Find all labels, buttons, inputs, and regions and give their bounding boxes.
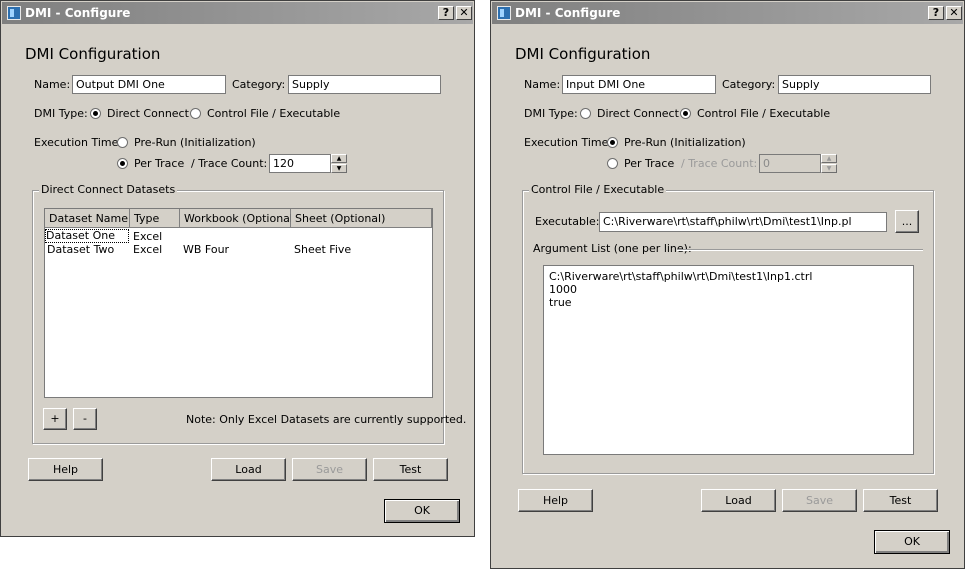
ok-button[interactable]: OK xyxy=(874,530,950,554)
category-field[interactable]: Supply xyxy=(778,75,931,94)
executable-label: Executable: xyxy=(535,215,600,228)
per-trace-label[interactable]: Per Trace xyxy=(134,157,184,170)
direct-connect-radio[interactable] xyxy=(580,108,591,119)
save-button[interactable]: Save xyxy=(292,458,367,481)
window-title: DMI - Configure xyxy=(515,6,621,20)
pre-run-radio[interactable] xyxy=(607,137,618,148)
title-bar[interactable]: DMI - Configure ? ✕ xyxy=(2,2,473,24)
datasets-table[interactable]: Dataset Name Type Workbook (Optional) Sh… xyxy=(44,208,433,398)
control-file-radio[interactable] xyxy=(190,108,201,119)
table-cell-workbook[interactable]: WB Four xyxy=(183,243,229,256)
page-title: DMI Configuration xyxy=(515,45,651,63)
table-cell-dataset-name[interactable]: Dataset Two xyxy=(47,243,114,256)
spin-down-icon: ▼ xyxy=(821,164,837,173)
column-header-dataset-name[interactable]: Dataset Name xyxy=(45,209,130,228)
page-title: DMI Configuration xyxy=(25,45,161,63)
close-icon[interactable]: ✕ xyxy=(946,6,962,20)
help-button[interactable]: Help xyxy=(518,489,593,512)
dmi-type-label: DMI Type: xyxy=(34,107,88,120)
spin-up-icon: ▲ xyxy=(821,154,837,163)
column-header-workbook[interactable]: Workbook (Optional) xyxy=(180,209,297,228)
help-icon[interactable]: ? xyxy=(438,6,454,20)
column-header-sheet[interactable]: Sheet (Optional) xyxy=(291,209,432,228)
app-icon xyxy=(497,6,511,20)
trace-count-field: 0 xyxy=(759,154,821,173)
direct-connect-label[interactable]: Direct Connect xyxy=(107,107,189,120)
table-cell-type[interactable]: Excel xyxy=(133,230,162,243)
argument-line: true xyxy=(549,296,572,309)
control-file-radio[interactable] xyxy=(680,108,691,119)
spin-down-icon[interactable]: ▼ xyxy=(331,164,347,173)
argument-list-label: Argument List (one per line): xyxy=(533,242,692,255)
test-button[interactable]: Test xyxy=(863,489,938,512)
execution-time-label: Execution Time: xyxy=(524,136,613,149)
control-file-label[interactable]: Control File / Executable xyxy=(207,107,340,120)
divider xyxy=(677,249,923,251)
load-button[interactable]: Load xyxy=(211,458,286,481)
executable-field[interactable]: C:\Riverware\rt\staff\philw\rt\Dmi\test1… xyxy=(599,212,887,232)
dmi-configure-window-input: DMI - Configure ? ✕ DMI Configuration Na… xyxy=(490,0,965,569)
name-field[interactable]: Output DMI One xyxy=(72,75,226,94)
control-file-label[interactable]: Control File / Executable xyxy=(697,107,830,120)
support-note: Note: Only Excel Datasets are currently … xyxy=(186,413,467,426)
table-cell-type[interactable]: Excel xyxy=(133,243,162,256)
app-icon xyxy=(7,6,21,20)
table-cell-sheet[interactable]: Sheet Five xyxy=(294,243,351,256)
title-bar[interactable]: DMI - Configure ? ✕ xyxy=(492,2,963,24)
table-cell-dataset-name[interactable]: Dataset One xyxy=(45,229,129,243)
execution-time-label: Execution Time: xyxy=(34,136,123,149)
trace-count-label: / Trace Count: xyxy=(191,157,268,170)
group-title: Control File / Executable xyxy=(529,183,667,196)
argument-list-textarea[interactable]: C:\Riverware\rt\staff\philw\rt\Dmi\test1… xyxy=(543,265,914,455)
dmi-type-label: DMI Type: xyxy=(524,107,578,120)
pre-run-label[interactable]: Pre-Run (Initialization) xyxy=(624,136,746,149)
per-trace-radio[interactable] xyxy=(117,158,128,169)
pre-run-label[interactable]: Pre-Run (Initialization) xyxy=(134,136,256,149)
ok-button[interactable]: OK xyxy=(384,499,460,523)
per-trace-label[interactable]: Per Trace xyxy=(624,157,674,170)
remove-dataset-button[interactable]: - xyxy=(73,408,97,430)
help-button[interactable]: Help xyxy=(28,458,103,481)
test-button[interactable]: Test xyxy=(373,458,448,481)
close-icon[interactable]: ✕ xyxy=(456,6,472,20)
direct-connect-label[interactable]: Direct Connect xyxy=(597,107,679,120)
trace-count-stepper: ▲ ▼ xyxy=(821,154,837,173)
save-button[interactable]: Save xyxy=(782,489,857,512)
add-dataset-button[interactable]: + xyxy=(43,408,67,430)
group-title: Direct Connect Datasets xyxy=(39,183,178,196)
help-icon[interactable]: ? xyxy=(928,6,944,20)
category-label: Category: xyxy=(232,78,286,91)
name-label: Name: xyxy=(524,78,561,91)
per-trace-radio[interactable] xyxy=(607,158,618,169)
category-label: Category: xyxy=(722,78,776,91)
direct-connect-radio[interactable] xyxy=(90,108,101,119)
trace-count-label: / Trace Count: xyxy=(681,157,758,170)
window-title: DMI - Configure xyxy=(25,6,131,20)
name-field[interactable]: Input DMI One xyxy=(562,75,716,94)
pre-run-radio[interactable] xyxy=(117,137,128,148)
load-button[interactable]: Load xyxy=(701,489,776,512)
argument-line: C:\Riverware\rt\staff\philw\rt\Dmi\test1… xyxy=(549,270,813,283)
name-label: Name: xyxy=(34,78,71,91)
trace-count-stepper[interactable]: ▲ ▼ xyxy=(331,154,347,173)
category-field[interactable]: Supply xyxy=(288,75,441,94)
browse-button[interactable]: ... xyxy=(895,210,919,233)
argument-line: 1000 xyxy=(549,283,577,296)
spin-up-icon[interactable]: ▲ xyxy=(331,154,347,163)
column-header-type[interactable]: Type xyxy=(130,209,180,228)
trace-count-field[interactable]: 120 xyxy=(269,154,331,173)
dmi-configure-window-output: DMI - Configure ? ✕ DMI Configuration Na… xyxy=(0,0,475,537)
